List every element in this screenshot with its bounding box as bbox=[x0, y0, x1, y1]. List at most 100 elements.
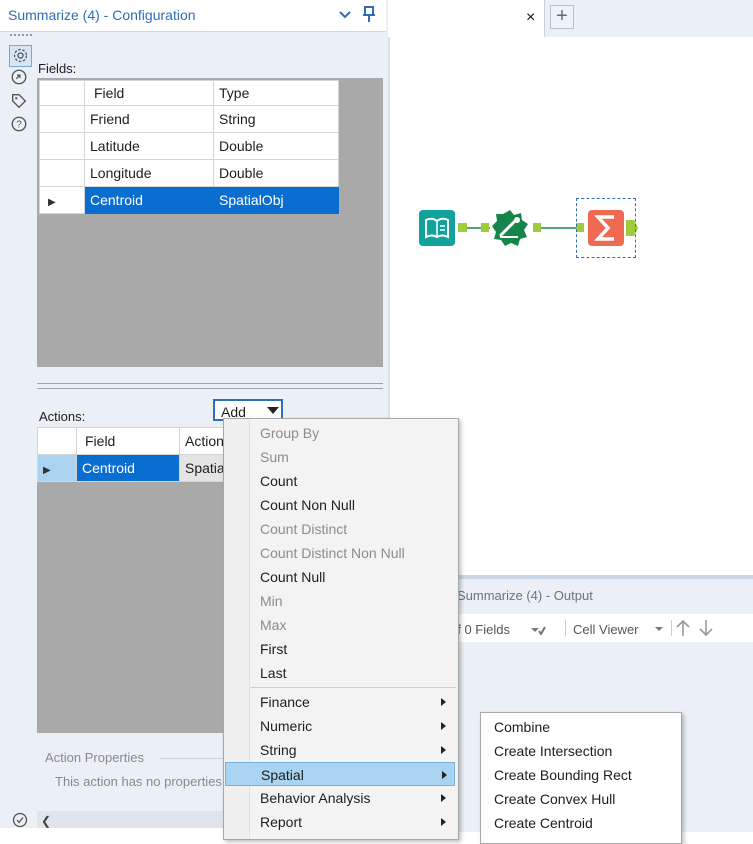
menu-item-last[interactable]: Last bbox=[224, 661, 456, 685]
menu-item-min: Min bbox=[224, 589, 456, 613]
column-header-field[interactable]: Field bbox=[84, 80, 214, 106]
menu-item-label: Finance bbox=[260, 694, 310, 710]
menu-item-label: Group By bbox=[260, 425, 320, 441]
submenu-item-create-bounding-rect[interactable]: Create Bounding Rect bbox=[494, 763, 632, 787]
submenu-arrow-icon bbox=[441, 818, 446, 826]
action-properties-title: Action Properties bbox=[45, 750, 144, 765]
menu-item-label: Count Distinct Non Null bbox=[260, 545, 405, 561]
summarize-tool-selection[interactable] bbox=[576, 198, 636, 258]
canvas-tab-bar: × + bbox=[388, 0, 753, 37]
field-name-cell[interactable]: Friend bbox=[84, 105, 214, 133]
field-name-cell[interactable]: Longitude bbox=[84, 159, 214, 187]
menu-item-count-distinct-non-null: Count Distinct Non Null bbox=[224, 541, 456, 565]
menu-item-sum: Sum bbox=[224, 445, 456, 469]
input-data-tool[interactable] bbox=[419, 210, 455, 246]
actions-header-row: Field Action bbox=[37, 427, 246, 455]
chevron-down-icon[interactable] bbox=[337, 6, 353, 22]
divider bbox=[565, 620, 566, 636]
actions-label: Actions: bbox=[39, 409, 86, 424]
gear-icon bbox=[13, 48, 28, 63]
add-action-menu: Group By Sum Count Count Non Null Count Dist… bbox=[223, 418, 459, 840]
navigate-icon[interactable] bbox=[10, 68, 28, 86]
table-row-selected[interactable]: ▶ Centroid SpatialObj bbox=[39, 186, 339, 214]
table-row-selected[interactable]: ▶ Centroid Spatial bbox=[37, 454, 246, 482]
fields-header-row: Field Type bbox=[39, 80, 339, 106]
submenu-arrow-icon bbox=[441, 794, 446, 802]
actions-table: Field Action ▶ Centroid Spatial bbox=[37, 427, 246, 482]
menu-item-count[interactable]: Count bbox=[224, 469, 456, 493]
spatial-tool-icon bbox=[492, 210, 528, 246]
menu-item-numeric[interactable]: Numeric bbox=[224, 714, 456, 738]
submenu-item-create-centroid[interactable]: Create Centroid bbox=[494, 811, 593, 835]
table-row[interactable]: Friend String bbox=[39, 105, 339, 133]
config-title: Summarize (4) - Configuration bbox=[8, 7, 196, 23]
menu-item-label: Min bbox=[260, 593, 283, 609]
menu-item-label: First bbox=[260, 641, 288, 657]
field-type-cell[interactable]: Double bbox=[213, 159, 339, 187]
menu-item-string[interactable]: String bbox=[224, 738, 456, 762]
configuration-tab[interactable] bbox=[9, 45, 32, 67]
menu-item-label: Count Null bbox=[260, 569, 326, 585]
field-name-cell[interactable]: Centroid bbox=[84, 186, 214, 214]
table-row[interactable]: Longitude Double bbox=[39, 159, 339, 187]
menu-item-count-non-null[interactable]: Count Non Null bbox=[224, 493, 456, 517]
divider bbox=[671, 620, 672, 636]
menu-item-max: Max bbox=[224, 613, 456, 637]
menu-item-label: Numeric bbox=[260, 718, 313, 734]
input-anchor[interactable] bbox=[481, 223, 489, 232]
drag-handle[interactable] bbox=[10, 34, 32, 40]
column-header-type[interactable]: Type bbox=[213, 80, 339, 106]
close-icon[interactable]: × bbox=[526, 9, 535, 27]
new-tab-button[interactable]: + bbox=[550, 5, 574, 29]
submenu-item-create-convex-hull[interactable]: Create Convex Hull bbox=[494, 787, 615, 811]
menu-item-report[interactable]: Report bbox=[224, 810, 456, 834]
menu-item-label: Last bbox=[260, 665, 287, 681]
summarize-tool[interactable] bbox=[588, 210, 624, 246]
tag-icon[interactable] bbox=[10, 92, 28, 110]
spatial-submenu: Combine Create Intersection Create Boundin… bbox=[480, 712, 682, 844]
dropdown-arrow-icon[interactable] bbox=[530, 625, 546, 635]
dropdown-arrow-icon bbox=[267, 407, 279, 414]
menu-item-label: Report bbox=[260, 814, 303, 830]
field-type-cell[interactable]: Double bbox=[213, 132, 339, 160]
submenu-arrow-icon bbox=[441, 722, 446, 730]
fields-table: Field Type Friend String Latitude Double… bbox=[39, 80, 339, 214]
menu-item-finance[interactable]: Finance bbox=[224, 690, 456, 714]
book-icon bbox=[425, 217, 449, 239]
fields-grid: Field Type Friend String Latitude Double… bbox=[37, 78, 383, 367]
output-anchor[interactable] bbox=[533, 223, 541, 232]
column-header-field[interactable]: Field bbox=[76, 427, 180, 455]
scroll-left-icon[interactable]: ❮ bbox=[41, 814, 51, 828]
create-points-tool[interactable] bbox=[491, 209, 529, 247]
menu-item-label: Count Distinct bbox=[260, 521, 348, 537]
menu-item-spatial[interactable]: Spatial bbox=[225, 762, 455, 786]
field-type-cell[interactable]: String bbox=[213, 105, 339, 133]
pin-icon[interactable] bbox=[361, 5, 377, 23]
menu-item-label: Max bbox=[260, 617, 287, 633]
menu-item-label: Sum bbox=[260, 449, 289, 465]
row-pointer-icon: ▶ bbox=[43, 465, 51, 476]
submenu-item-create-intersection[interactable]: Create Intersection bbox=[494, 739, 612, 763]
arrow-up-icon[interactable] bbox=[675, 619, 691, 637]
menu-item-label: Count bbox=[260, 473, 298, 489]
field-type-cell[interactable]: SpatialObj bbox=[213, 186, 339, 214]
row-pointer-icon: ▶ bbox=[48, 197, 56, 208]
check-circle-icon[interactable] bbox=[12, 812, 28, 828]
chevron-down-icon[interactable] bbox=[654, 626, 664, 632]
menu-item-count-null[interactable]: Count Null bbox=[224, 565, 456, 589]
panel-splitter[interactable] bbox=[37, 383, 383, 389]
output-title: Summarize (4) - Output bbox=[457, 588, 593, 603]
help-icon[interactable]: ? bbox=[10, 115, 28, 133]
action-field-cell[interactable]: Centroid bbox=[76, 454, 180, 482]
sigma-icon bbox=[594, 215, 614, 241]
output-anchor[interactable] bbox=[458, 223, 467, 232]
arrow-down-icon[interactable] bbox=[698, 619, 714, 637]
workflow-tab[interactable]: × bbox=[388, 0, 545, 37]
menu-item-count-distinct: Count Distinct bbox=[224, 517, 456, 541]
menu-item-first[interactable]: First bbox=[224, 637, 456, 661]
cell-viewer-dropdown[interactable]: Cell Viewer bbox=[573, 622, 639, 637]
submenu-item-combine[interactable]: Combine bbox=[494, 715, 550, 739]
table-row[interactable]: Latitude Double bbox=[39, 132, 339, 160]
menu-item-behavior-analysis[interactable]: Behavior Analysis bbox=[224, 786, 456, 810]
field-name-cell[interactable]: Latitude bbox=[84, 132, 214, 160]
